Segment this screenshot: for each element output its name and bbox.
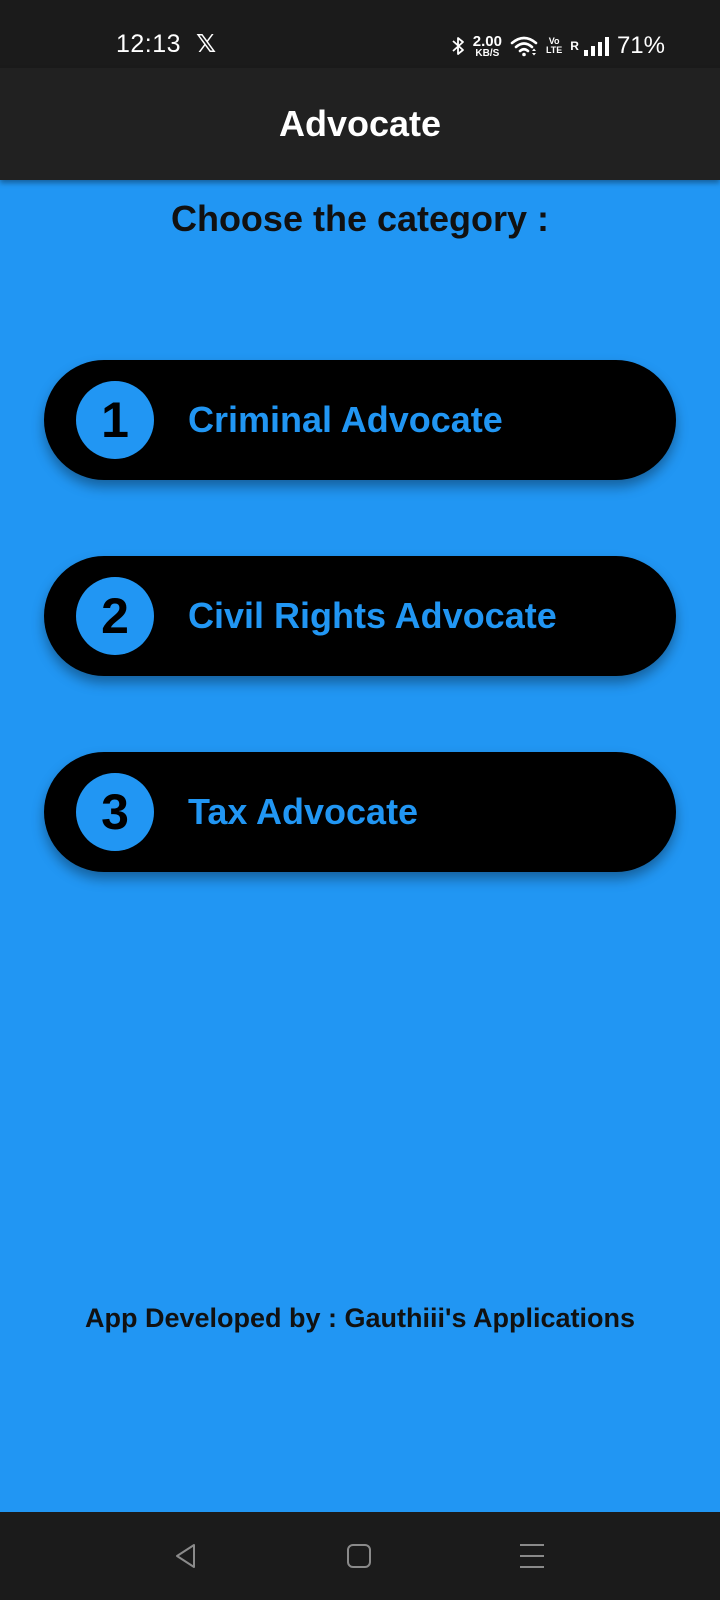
category-label: Tax Advocate	[188, 791, 419, 832]
signal-icon	[583, 37, 609, 56]
criminal-advocate-button[interactable]: 1 Criminal Advocate	[44, 360, 676, 480]
status-time: 12:13	[116, 30, 182, 58]
network-speed-unit: KB/S	[475, 47, 500, 59]
screen: 12:13 𝕏 2.00 KB/S Vo LTE R 71% Advocate …	[0, 0, 720, 1600]
navigation-bar	[0, 1512, 720, 1600]
bluetooth-icon	[452, 37, 464, 55]
volte-indicator: Vo LTE	[545, 36, 563, 56]
x-app-icon: 𝕏	[196, 30, 217, 58]
status-indicators: 2.00 KB/S Vo LTE R 71%	[451, 32, 665, 60]
back-icon[interactable]	[172, 1542, 200, 1570]
developer-credit: App Developed by : Gauthiii's Applicatio…	[85, 1303, 635, 1333]
home-icon[interactable]	[345, 1542, 373, 1570]
app-title: Advocate	[278, 103, 442, 144]
category-number-badge: 3	[76, 773, 154, 851]
wifi-icon	[510, 36, 538, 57]
volte-bottom: LTE	[545, 45, 563, 55]
civil-rights-advocate-button[interactable]: 2 Civil Rights Advocate	[44, 556, 676, 676]
category-label: Criminal Advocate	[188, 399, 503, 440]
menu-icon[interactable]	[518, 1542, 546, 1570]
network-speed: 2.00 KB/S	[473, 34, 502, 59]
category-number-badge: 2	[76, 577, 154, 655]
battery-level: 71%	[616, 32, 665, 59]
tax-advocate-button[interactable]: 3 Tax Advocate	[44, 752, 676, 872]
category-number-badge: 1	[76, 381, 154, 459]
network-speed-value: 2.00	[472, 32, 502, 50]
category-heading: Choose the category :	[170, 198, 550, 239]
roaming-indicator: R	[570, 39, 579, 53]
status-bar: 12:13 𝕏 2.00 KB/S Vo LTE R 71%	[0, 0, 720, 68]
category-label: Civil Rights Advocate	[188, 595, 557, 636]
app-bar: Advocate	[0, 68, 720, 180]
